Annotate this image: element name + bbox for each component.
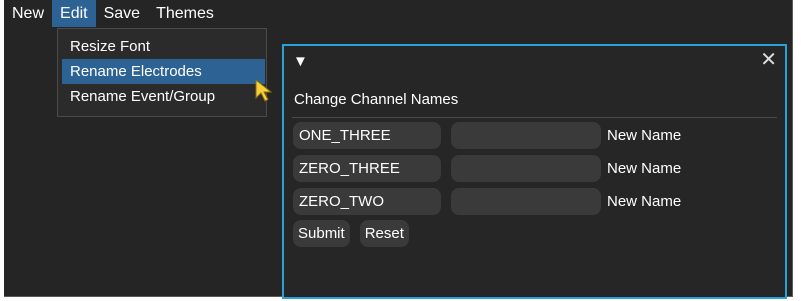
current-channel-name: ZERO_TWO [293,188,441,215]
current-channel-name: ZERO_THREE [293,155,441,182]
mouse-pointer-icon [255,78,273,102]
triangle-down-icon[interactable]: ▼ [293,53,308,70]
submit-button[interactable]: Submit [293,220,350,247]
panel-title: Change Channel Names [294,91,459,108]
menu-themes[interactable]: Themes [148,0,222,27]
new-name-label: New Name [607,193,682,210]
new-name-input[interactable] [451,155,601,182]
rename-channels-panel: ▼ ✕ Change Channel Names ONE_THREE New N… [282,44,787,299]
menu-new[interactable]: New [4,0,52,27]
menu-bar: New Edit Save Themes [4,0,222,27]
reset-button[interactable]: Reset [359,220,409,247]
menu-item-resize-font[interactable]: Resize Font [62,34,265,59]
channel-row: ONE_THREE New Name [293,122,681,149]
menu-edit[interactable]: Edit [52,0,96,27]
close-icon[interactable]: ✕ [760,50,777,70]
menu-item-rename-event-group[interactable]: Rename Event/Group [62,84,265,109]
channel-row: ZERO_TWO New Name [293,188,681,215]
menu-save[interactable]: Save [96,0,148,27]
divider [292,117,777,118]
edit-dropdown-menu: Resize Font Rename Electrodes Rename Eve… [57,28,267,117]
menu-item-rename-electrodes[interactable]: Rename Electrodes [62,59,265,84]
panel-actions: Submit Reset [293,220,419,247]
channel-row: ZERO_THREE New Name [293,155,681,182]
new-name-label: New Name [607,160,682,177]
new-name-input[interactable] [451,188,601,215]
current-channel-name: ONE_THREE [293,122,441,149]
new-name-label: New Name [607,127,682,144]
new-name-input[interactable] [451,122,601,149]
app-window: New Edit Save Themes Resize Font Rename … [4,0,793,299]
